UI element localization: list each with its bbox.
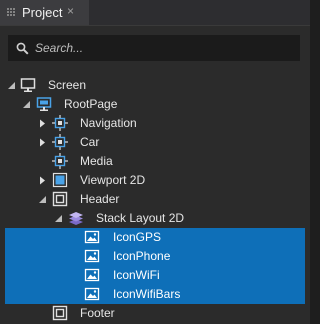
collapsed-arrow-icon[interactable] xyxy=(38,176,47,185)
tree-row-header[interactable]: Header xyxy=(5,190,305,209)
tab-bar: Project × xyxy=(0,0,310,26)
tree-label: Media xyxy=(80,154,113,168)
tree-row-viewport-2d[interactable]: Viewport 2D xyxy=(5,171,305,190)
search-input[interactable] xyxy=(35,36,293,60)
viewport-icon xyxy=(52,172,68,188)
panel-dot-icon xyxy=(7,8,15,16)
tree-row-media[interactable]: Media xyxy=(5,152,305,171)
tree-label: Screen xyxy=(48,78,87,92)
expanded-arrow-icon[interactable] xyxy=(7,81,16,90)
node-icon xyxy=(52,153,68,169)
tree-label: Header xyxy=(80,192,120,206)
stack-layout-icon xyxy=(69,212,83,225)
project-panel: Project × Screen xyxy=(0,0,310,324)
image-icon xyxy=(84,287,100,301)
tree-label: Footer xyxy=(80,306,115,320)
tree-label: IconWiFi xyxy=(113,268,160,282)
tree-label: Navigation xyxy=(80,116,137,130)
tree-label: Viewport 2D xyxy=(80,173,146,187)
tree-row-stack-layout-2d[interactable]: Stack Layout 2D xyxy=(5,209,305,228)
tree-row-screen[interactable]: Screen xyxy=(5,76,305,95)
tree-row-iconphone[interactable]: IconPhone xyxy=(5,247,305,266)
node-icon xyxy=(52,134,68,150)
tree-label: Car xyxy=(80,135,100,149)
tree-row-footer[interactable]: Footer xyxy=(5,304,305,323)
image-icon xyxy=(84,268,100,282)
tree-row-iconwifi[interactable]: IconWiFi xyxy=(5,266,305,285)
tree-label: Stack Layout 2D xyxy=(96,211,185,225)
tree-row-rootpage[interactable]: RootPage xyxy=(5,95,305,114)
tree-row-navigation[interactable]: Navigation xyxy=(5,114,305,133)
expanded-arrow-icon[interactable] xyxy=(54,214,63,223)
collapsed-arrow-icon[interactable] xyxy=(38,119,47,128)
node-icon xyxy=(52,115,68,131)
tree-row-icongps[interactable]: IconGPS xyxy=(5,228,305,247)
tree-row-iconwifibars[interactable]: IconWifiBars xyxy=(5,285,305,304)
tree-label: IconWifiBars xyxy=(113,287,181,301)
search-icon xyxy=(16,42,29,55)
tree-area: Screen RootPage Navigation xyxy=(0,26,310,324)
search-box xyxy=(8,35,300,61)
tree-label: IconGPS xyxy=(113,230,162,244)
collapsed-arrow-icon[interactable] xyxy=(38,138,47,147)
image-icon xyxy=(84,249,100,263)
tree-row-car[interactable]: Car xyxy=(5,133,305,152)
expanded-arrow-icon[interactable] xyxy=(22,100,31,109)
tab-title: Project xyxy=(22,5,63,20)
tree-label: RootPage xyxy=(64,97,118,111)
close-icon[interactable]: × xyxy=(67,4,74,18)
screen-icon xyxy=(20,78,36,92)
tab-project[interactable]: Project × xyxy=(0,0,89,25)
empty-node-icon xyxy=(52,305,68,321)
image-icon xyxy=(84,230,100,244)
empty-node-icon xyxy=(52,191,68,207)
expanded-arrow-icon[interactable] xyxy=(38,195,47,204)
tree-label: IconPhone xyxy=(113,249,171,263)
page-icon xyxy=(36,97,52,111)
